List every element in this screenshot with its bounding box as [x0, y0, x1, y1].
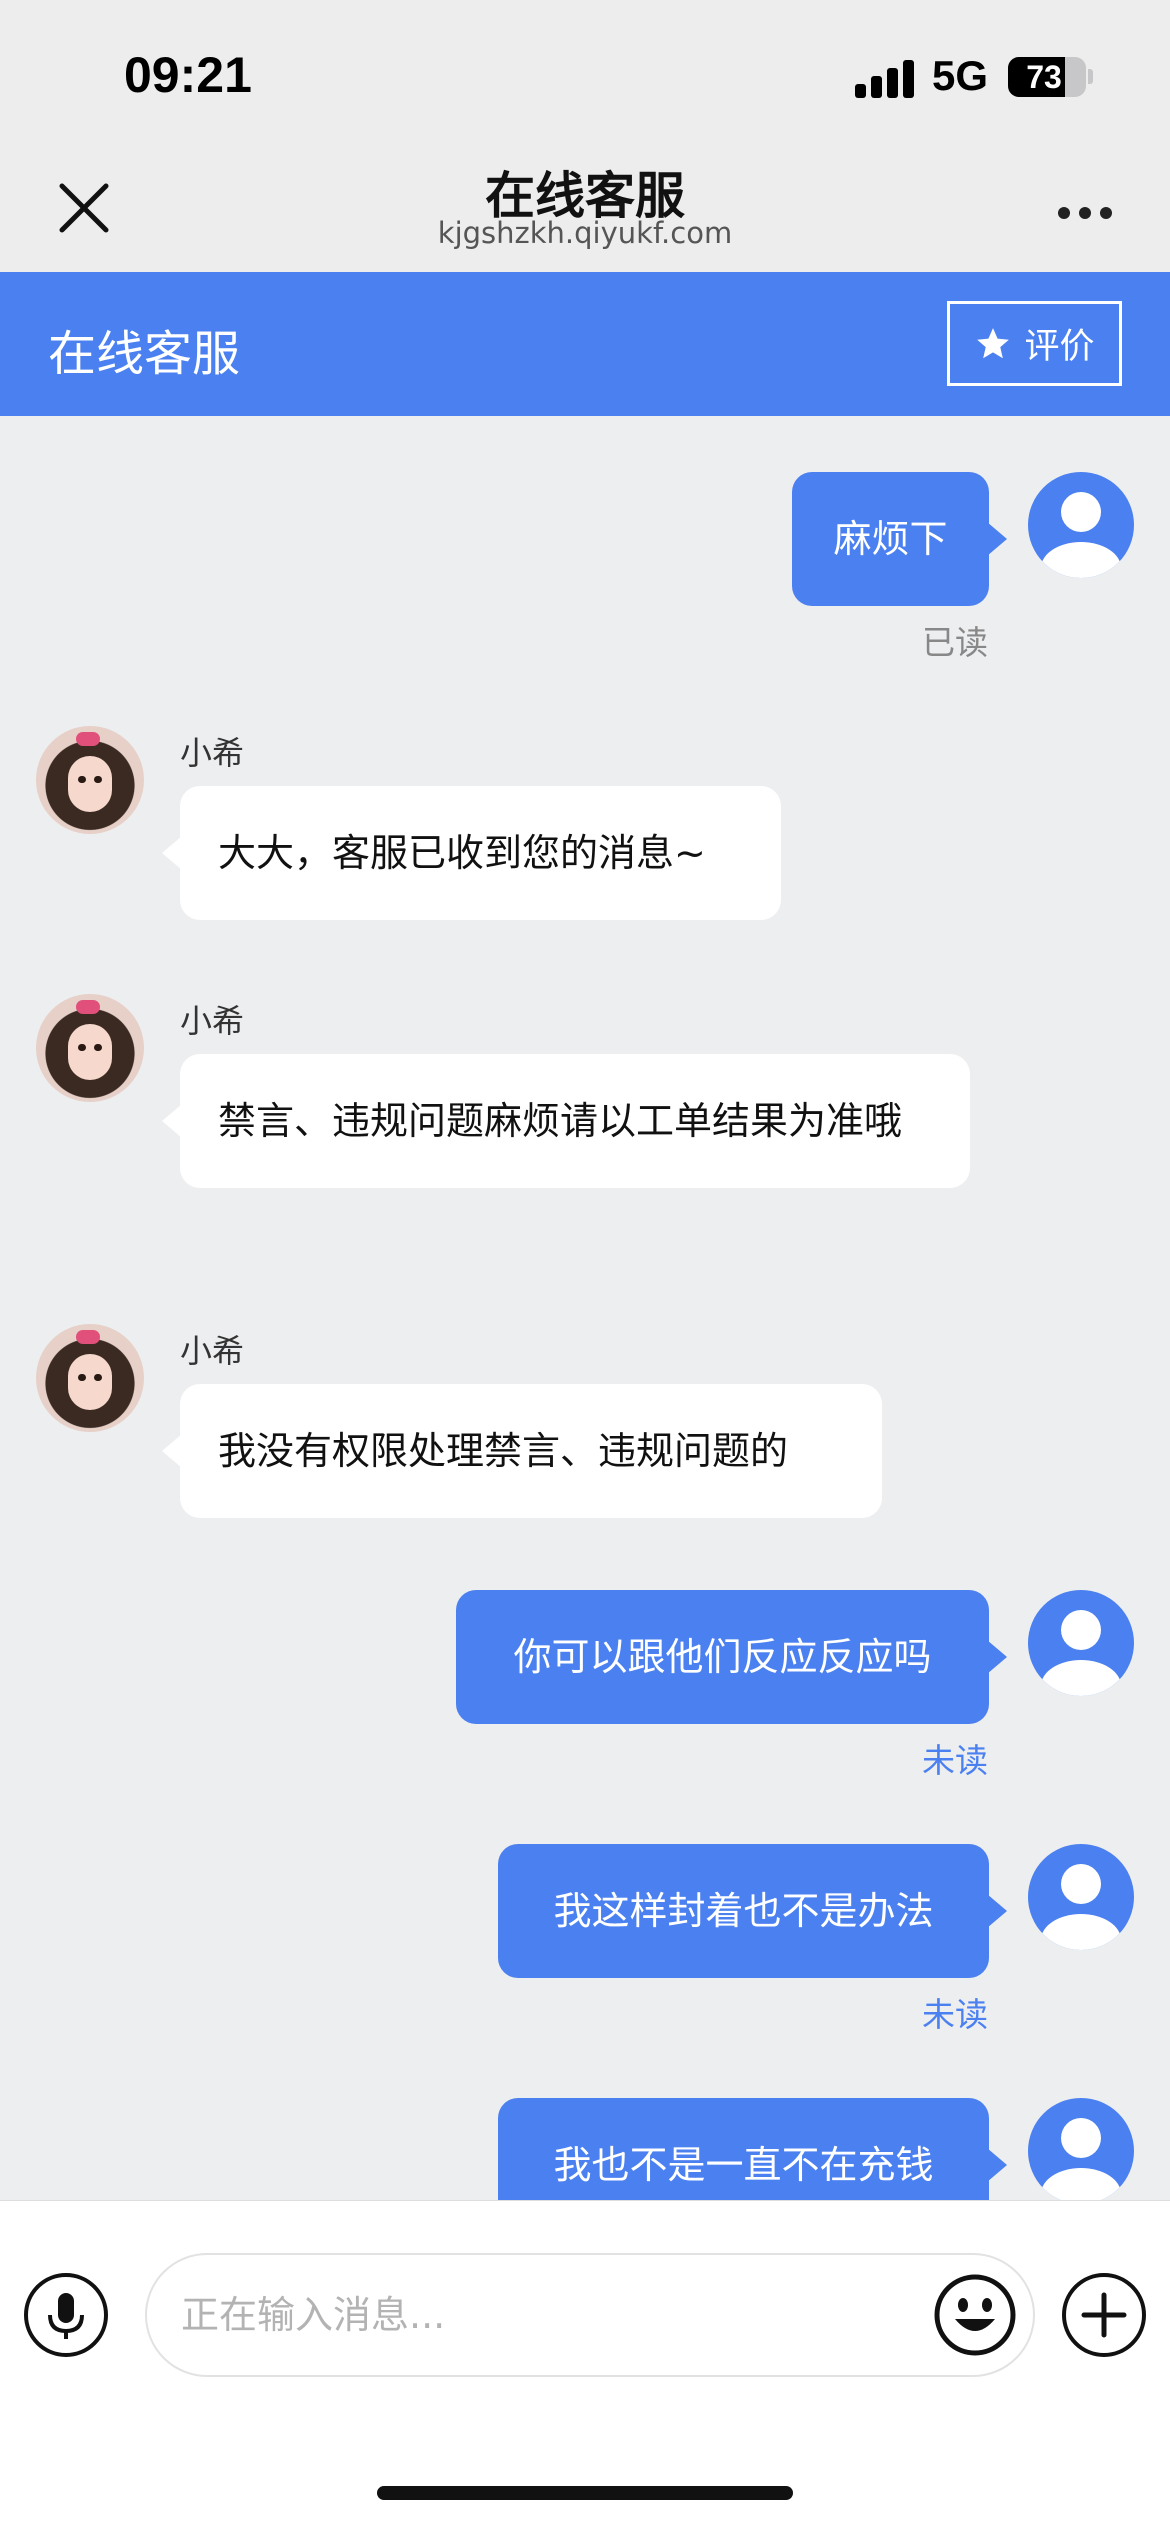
- user-avatar: [1028, 472, 1134, 578]
- agent-avatar: [36, 994, 144, 1102]
- incoming-message[interactable]: 大大，客服已收到您的消息~: [162, 786, 781, 920]
- input-bar: [0, 2200, 1170, 2532]
- read-status: 未读: [922, 1741, 988, 1780]
- rate-button[interactable]: 评价: [947, 301, 1122, 386]
- agent-name: 小希: [180, 734, 245, 772]
- user-avatar: [1028, 1590, 1134, 1696]
- agent-avatar: [36, 726, 144, 834]
- user-avatar: [1028, 1844, 1134, 1950]
- read-status: 未读: [922, 1995, 988, 2034]
- user-avatar: [1028, 2098, 1134, 2200]
- outgoing-message[interactable]: 你可以跟他们反应反应吗: [456, 1590, 1007, 1724]
- outgoing-message[interactable]: 我也不是一直不在充钱: [498, 2098, 1007, 2200]
- rate-label: 评价: [1024, 327, 1095, 367]
- page-url: kjgshzkh.qiyukf.com: [437, 216, 733, 250]
- agent-avatar: [36, 1324, 144, 1432]
- outgoing-message[interactable]: 我这样封着也不是办法: [498, 1844, 1007, 1978]
- battery-cap: [1088, 69, 1093, 84]
- emoji-icon[interactable]: [933, 2273, 1017, 2357]
- incoming-message[interactable]: 我没有权限处理禁言、违规问题的: [162, 1384, 882, 1518]
- plus-icon[interactable]: [1062, 2273, 1146, 2357]
- more-dots-icon[interactable]: [1050, 200, 1120, 230]
- chat-header-title: 在线客服: [48, 326, 241, 382]
- battery-level: 73: [1026, 59, 1062, 95]
- read-status: 已读: [922, 623, 988, 662]
- battery-icon: 73: [1008, 57, 1086, 97]
- signal-icon: [855, 58, 915, 98]
- outgoing-message[interactable]: 麻烦下: [792, 472, 1007, 606]
- microphone-icon[interactable]: [24, 2273, 108, 2357]
- status-time: 09:21: [124, 47, 252, 103]
- incoming-message[interactable]: 禁言、违规问题麻烦请以工单结果为准哦: [162, 1054, 970, 1188]
- network-label: 5G: [932, 52, 989, 99]
- chat-area[interactable]: 麻烦下 已读 小希 大大，客服已收到您的消息~ 小希 禁言、违规问题麻烦请以工单…: [0, 416, 1170, 2200]
- agent-name: 小希: [180, 1332, 245, 1370]
- star-icon: [977, 327, 1010, 358]
- message-input[interactable]: [145, 2253, 1035, 2377]
- nav-bar: 在线客服 kjgshzkh.qiyukf.com: [0, 140, 1170, 272]
- chat-header: 在线客服 评价: [0, 272, 1170, 416]
- home-indicator: [377, 2486, 793, 2500]
- status-bar: 09:21 5G 73: [0, 0, 1170, 140]
- agent-name: 小希: [180, 1002, 245, 1040]
